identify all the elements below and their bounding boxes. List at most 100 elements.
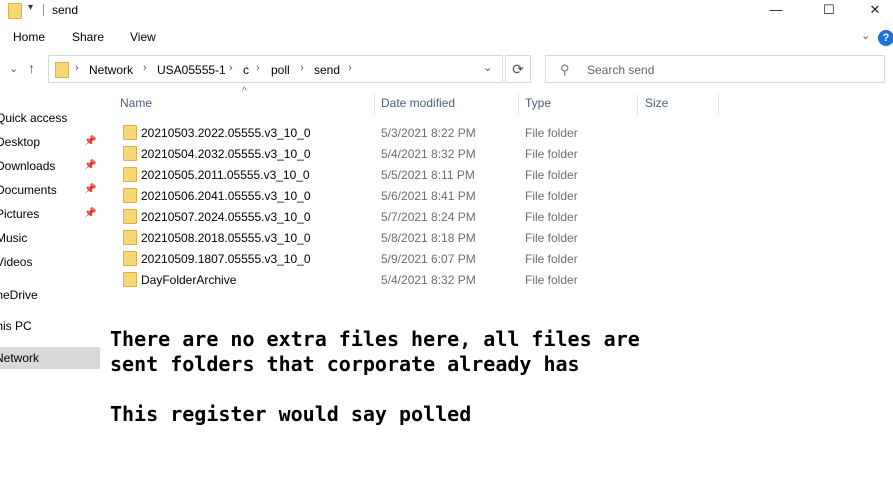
file-name: 20210507.2024.05555.v3_10_0 xyxy=(141,210,311,224)
recent-locations-chevron-icon[interactable]: ⌄ xyxy=(9,62,18,75)
sidebar-item-this-pc[interactable]: This PC xyxy=(0,315,100,337)
column-header-date-modified[interactable]: Date modified xyxy=(381,96,455,110)
sidebar-item-network[interactable]: Network xyxy=(0,347,100,369)
annotation-line-2: sent folders that corporate already has xyxy=(110,352,580,376)
tab-home[interactable]: Home xyxy=(13,30,45,44)
sidebar-item-label: Music xyxy=(0,231,28,245)
file-row[interactable]: 20210504.2032.05555.v3_10_0 5/4/2021 8:3… xyxy=(119,143,639,164)
search-input[interactable]: Search send xyxy=(587,63,654,77)
file-name: 20210504.2032.05555.v3_10_0 xyxy=(141,147,311,161)
file-date: 5/8/2021 8:18 PM xyxy=(381,231,476,245)
breadcrumb-c[interactable]: c xyxy=(243,63,249,77)
chevron-right-icon[interactable]: › xyxy=(143,62,147,74)
tab-view[interactable]: View xyxy=(130,30,156,44)
sidebar-item-downloads[interactable]: Downloads 📌 xyxy=(0,155,100,177)
breadcrumb-send[interactable]: send xyxy=(314,63,340,77)
file-row[interactable]: 20210505.2011.05555.v3_10_0 5/5/2021 8:1… xyxy=(119,164,639,185)
file-name: DayFolderArchive xyxy=(141,273,237,287)
column-divider[interactable] xyxy=(718,94,719,116)
ribbon-tabs: Home Share View ⌄ xyxy=(0,26,893,48)
tab-share[interactable]: Share xyxy=(72,30,104,44)
title-separator xyxy=(43,4,44,16)
chevron-right-icon[interactable]: › xyxy=(300,62,304,74)
file-name: 20210509.1807.05555.v3_10_0 xyxy=(141,252,311,266)
annotation-line-1: There are no extra files here, all files… xyxy=(110,327,640,351)
search-box[interactable]: ⚲ Search send xyxy=(545,55,885,83)
sidebar-item-label: Quick access xyxy=(0,111,68,125)
chevron-right-icon[interactable]: › xyxy=(348,62,352,74)
address-dropdown-icon[interactable]: ⌄ xyxy=(483,61,492,74)
file-date: 5/9/2021 6:07 PM xyxy=(381,252,476,266)
file-row[interactable]: 20210507.2024.05555.v3_10_0 5/7/2021 8:2… xyxy=(119,206,639,227)
file-date: 5/3/2021 8:22 PM xyxy=(381,126,476,140)
file-name: 20210508.2018.05555.v3_10_0 xyxy=(141,231,311,245)
sidebar-item-label: Downloads xyxy=(0,159,56,173)
file-type: File folder xyxy=(525,147,578,161)
folder-icon xyxy=(123,251,137,266)
breadcrumb-network[interactable]: Network xyxy=(89,63,133,77)
folder-icon xyxy=(123,167,137,182)
search-icon: ⚲ xyxy=(560,62,570,77)
minimize-button[interactable]: — xyxy=(753,0,799,22)
file-type: File folder xyxy=(525,126,578,140)
close-button[interactable]: ✕ xyxy=(852,0,893,22)
sidebar-item-label: This PC xyxy=(0,319,32,333)
pin-icon: 📌 xyxy=(84,136,97,147)
file-type: File folder xyxy=(525,273,578,287)
sidebar-item-label: Desktop xyxy=(0,135,41,149)
maximize-button[interactable]: ☐ xyxy=(806,0,852,22)
column-divider[interactable] xyxy=(637,94,638,116)
column-header-name[interactable]: Name xyxy=(120,96,152,110)
expand-ribbon-icon[interactable]: ⌄ xyxy=(861,29,870,42)
file-date: 5/5/2021 8:11 PM xyxy=(381,168,475,182)
file-row[interactable]: 20210508.2018.05555.v3_10_0 5/8/2021 8:1… xyxy=(119,227,639,248)
column-header-size[interactable]: Size xyxy=(645,96,668,110)
navigation-pane: Quick access Desktop 📌 Downloads 📌 Documen… xyxy=(0,84,100,504)
file-name: 20210503.2022.05555.v3_10_0 xyxy=(141,126,311,140)
folder-icon xyxy=(123,272,137,287)
file-type: File folder xyxy=(525,252,578,266)
file-date: 5/4/2021 8:32 PM xyxy=(381,273,476,287)
sidebar-item-quick-access[interactable]: Quick access xyxy=(0,107,100,129)
breadcrumb-host[interactable]: USA05555-1 xyxy=(157,63,226,77)
chevron-right-icon[interactable]: › xyxy=(75,62,79,74)
refresh-button[interactable]: ⟳ xyxy=(505,55,531,83)
folder-icon xyxy=(8,3,22,19)
folder-icon xyxy=(55,62,69,78)
column-header-type[interactable]: Type xyxy=(525,96,551,110)
chevron-right-icon[interactable]: › xyxy=(229,62,233,74)
breadcrumb-poll[interactable]: poll xyxy=(271,63,290,77)
pin-icon: 📌 xyxy=(84,160,97,171)
up-arrow-icon[interactable]: ↑ xyxy=(28,60,35,76)
chevron-right-icon[interactable]: › xyxy=(256,62,260,74)
column-divider[interactable] xyxy=(374,94,375,116)
file-row[interactable]: DayFolderArchive 5/4/2021 8:32 PM File f… xyxy=(119,269,639,290)
annotation-line-3: This register would say polled xyxy=(110,402,472,426)
sidebar-item-desktop[interactable]: Desktop 📌 xyxy=(0,131,100,153)
quick-access-toolbar-dropdown-icon[interactable]: ▾ xyxy=(28,2,33,13)
window-title: send xyxy=(52,3,79,17)
pin-icon: 📌 xyxy=(84,208,97,219)
file-type: File folder xyxy=(525,210,578,224)
folder-icon xyxy=(123,188,137,203)
address-bar[interactable]: › Network › USA05555-1 › c › poll › send… xyxy=(48,55,503,83)
sidebar-item-videos[interactable]: Videos xyxy=(0,251,100,273)
file-list: ^ Name Date modified Type Size 20210503.… xyxy=(101,84,893,504)
file-type: File folder xyxy=(525,189,578,203)
sidebar-item-music[interactable]: Music xyxy=(0,227,100,249)
file-date: 5/6/2021 8:41 PM xyxy=(381,189,476,203)
sort-ascending-icon: ^ xyxy=(242,86,247,97)
sidebar-item-onedrive[interactable]: OneDrive xyxy=(0,284,100,306)
file-date: 5/4/2021 8:32 PM xyxy=(381,147,476,161)
file-date: 5/7/2021 8:24 PM xyxy=(381,210,476,224)
sidebar-item-documents[interactable]: Documents 📌 xyxy=(0,179,100,201)
help-icon[interactable]: ? xyxy=(878,30,893,46)
title-bar: ▾ send — ☐ ✕ xyxy=(0,0,893,22)
file-type: File folder xyxy=(525,231,578,245)
folder-icon xyxy=(123,230,137,245)
file-row[interactable]: 20210506.2041.05555.v3_10_0 5/6/2021 8:4… xyxy=(119,185,639,206)
file-row[interactable]: 20210509.1807.05555.v3_10_0 5/9/2021 6:0… xyxy=(119,248,639,269)
file-row[interactable]: 20210503.2022.05555.v3_10_0 5/3/2021 8:2… xyxy=(119,122,639,143)
sidebar-item-pictures[interactable]: Pictures 📌 xyxy=(0,203,100,225)
column-divider[interactable] xyxy=(518,94,519,116)
